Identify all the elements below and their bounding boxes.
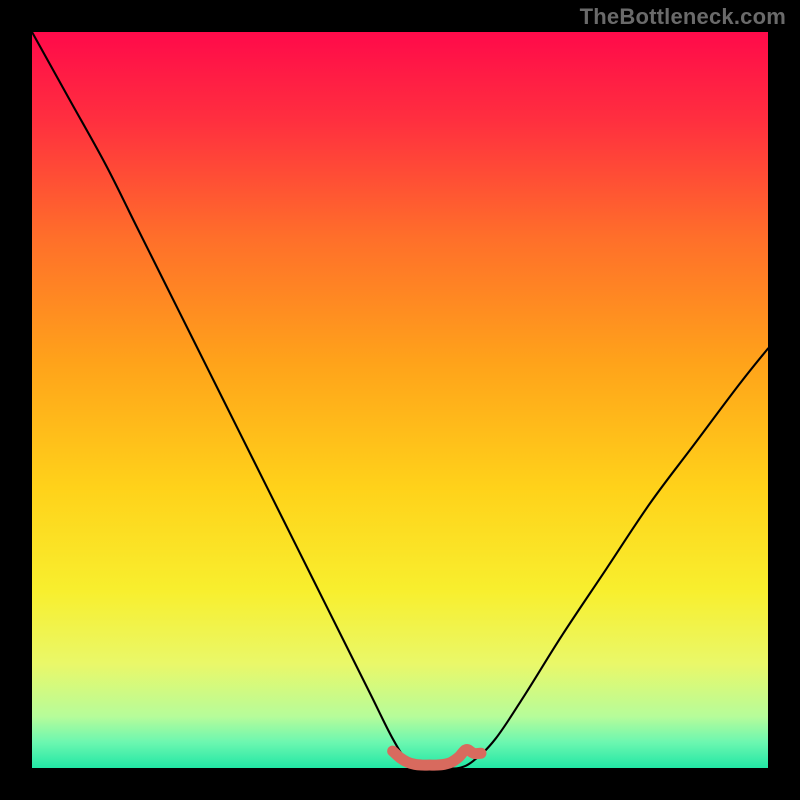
chart-frame: TheBottleneck.com xyxy=(0,0,800,800)
chart-svg xyxy=(0,0,800,800)
watermark-text: TheBottleneck.com xyxy=(580,4,786,30)
plot-background xyxy=(32,32,768,768)
